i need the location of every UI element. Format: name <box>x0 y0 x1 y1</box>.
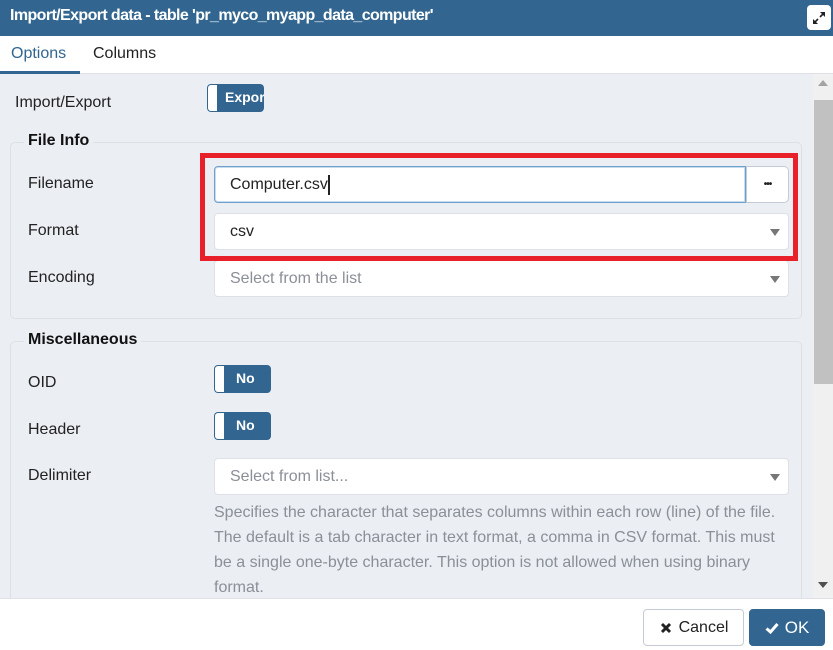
cancel-label: Cancel <box>678 618 729 636</box>
toggle-knob <box>208 85 217 111</box>
maximize-button[interactable] <box>807 5 831 30</box>
toggle-text: No <box>236 370 255 386</box>
delimiter-label: Delimiter <box>28 467 92 484</box>
encoding-placeholder: Select from the list <box>230 269 362 287</box>
encoding-label: Encoding <box>28 269 95 286</box>
import-export-toggle[interactable]: Expor <box>207 84 264 112</box>
ok-button[interactable]: OK <box>749 609 825 646</box>
chevron-down-icon <box>770 473 780 481</box>
filename-label: Filename <box>28 175 94 192</box>
delimiter-placeholder: Select from list... <box>230 467 349 485</box>
toggle-knob <box>215 366 224 392</box>
filename-value: Computer.csv <box>230 175 328 193</box>
filename-input[interactable]: Computer.csv <box>214 166 746 203</box>
check-icon <box>765 622 779 634</box>
import-export-label: Import/Export <box>15 94 112 111</box>
toggle-text: Expor <box>225 89 264 105</box>
format-select[interactable]: csv <box>214 213 789 250</box>
format-value: csv <box>230 222 254 240</box>
dialog-title: Import/Export data - table 'pr_myco_myap… <box>10 7 434 24</box>
oid-label: OID <box>28 374 57 391</box>
scroll-thumb[interactable] <box>814 100 833 384</box>
chevron-down-icon <box>770 228 780 236</box>
toggle-knob <box>215 413 224 439</box>
vertical-scrollbar[interactable] <box>813 74 833 598</box>
cancel-button[interactable]: Cancel <box>643 609 744 646</box>
format-label: Format <box>28 222 79 239</box>
dialog-titlebar: Import/Export data - table 'pr_myco_myap… <box>0 0 833 36</box>
ellipsis-icon: ••• <box>763 179 772 190</box>
tab-bar: Options Columns <box>0 36 833 74</box>
file-info-legend: File Info <box>24 132 94 150</box>
chevron-down-icon <box>770 275 780 283</box>
header-toggle[interactable]: No <box>214 412 271 440</box>
oid-toggle[interactable]: No <box>214 365 271 393</box>
expand-icon <box>813 11 825 24</box>
miscellaneous-legend: Miscellaneous <box>24 331 142 349</box>
header-label: Header <box>28 421 81 438</box>
scroll-up-arrow-icon[interactable] <box>818 80 828 86</box>
options-panel: Import/Export Expor File Info Filename C… <box>0 74 813 598</box>
browse-file-button[interactable]: ••• <box>746 166 789 203</box>
dialog-footer: Cancel OK <box>0 598 833 650</box>
text-caret <box>327 174 330 195</box>
delimiter-select[interactable]: Select from list... <box>214 458 789 495</box>
tab-columns[interactable]: Columns <box>82 36 167 74</box>
ok-label: OK <box>784 617 810 637</box>
scroll-down-arrow-icon[interactable] <box>818 582 828 588</box>
tab-options[interactable]: Options <box>0 36 80 74</box>
toggle-text: No <box>236 417 255 433</box>
encoding-select[interactable]: Select from the list <box>214 260 789 297</box>
close-icon <box>660 622 671 633</box>
delimiter-help-text: Specifies the character that separates c… <box>214 504 776 596</box>
